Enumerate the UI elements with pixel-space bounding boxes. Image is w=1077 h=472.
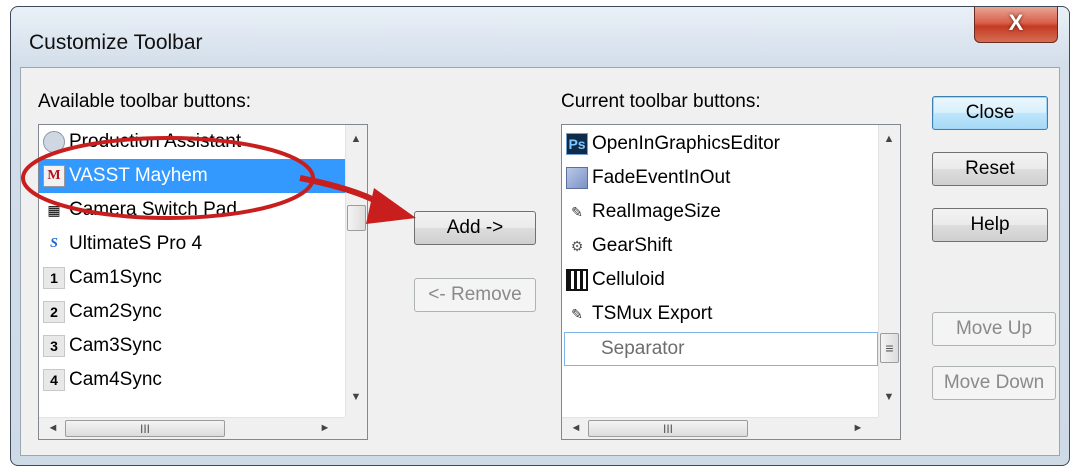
ultimates-icon: S bbox=[50, 236, 58, 251]
number-4-icon: 4 bbox=[43, 369, 65, 391]
current-buttons-label: Current toolbar buttons: bbox=[561, 91, 761, 112]
list-item[interactable]: 3 Cam3Sync bbox=[39, 329, 367, 363]
scroll-corner bbox=[345, 417, 367, 439]
available-buttons-list[interactable]: Production Assistant M VASST Mayhem ▦ Ca… bbox=[38, 124, 368, 440]
fade-icon bbox=[566, 167, 588, 189]
scroll-down-arrow-icon[interactable]: ▼ bbox=[879, 387, 899, 407]
list-item[interactable]: Ps OpenInGraphicsEditor bbox=[562, 127, 900, 161]
vertical-scrollbar[interactable]: ▲ ▼ bbox=[345, 125, 367, 417]
list-item[interactable]: 2 Cam2Sync bbox=[39, 295, 367, 329]
list-item[interactable]: ✎ TSMux Export bbox=[562, 297, 900, 331]
list-item[interactable]: Celluloid bbox=[562, 263, 900, 297]
number-1-icon: 1 bbox=[43, 267, 65, 289]
production-assistant-icon bbox=[43, 131, 65, 153]
script-icon: ✎ bbox=[571, 203, 583, 220]
list-item[interactable]: Production Assistant bbox=[39, 125, 367, 159]
close-icon: X bbox=[1008, 10, 1024, 35]
number-3-icon: 3 bbox=[43, 335, 65, 357]
available-buttons-label: Available toolbar buttons: bbox=[38, 91, 252, 112]
scroll-right-arrow-icon[interactable]: ► bbox=[848, 418, 868, 438]
scroll-thumb-horizontal[interactable]: III bbox=[65, 420, 225, 437]
list-item[interactable]: 4 Cam4Sync bbox=[39, 363, 367, 397]
remove-button[interactable]: <- Remove bbox=[414, 278, 536, 312]
customize-toolbar-dialog: Customize Toolbar X Available toolbar bu… bbox=[10, 6, 1070, 466]
list-item[interactable]: FadeEventInOut bbox=[562, 161, 900, 195]
film-icon bbox=[566, 269, 588, 291]
horizontal-scrollbar[interactable]: ◄ III ► bbox=[39, 417, 345, 439]
camera-switch-icon: ▦ bbox=[47, 201, 61, 218]
photoshop-icon: Ps bbox=[566, 133, 588, 155]
current-buttons-list[interactable]: Ps OpenInGraphicsEditor FadeEventInOut ✎… bbox=[561, 124, 901, 440]
scroll-thumb[interactable] bbox=[347, 205, 366, 231]
scroll-corner bbox=[878, 417, 900, 439]
dialog-body: Available toolbar buttons: Production As… bbox=[20, 67, 1060, 456]
move-down-button[interactable]: Move Down bbox=[932, 366, 1056, 400]
close-window-button[interactable]: X bbox=[974, 7, 1058, 43]
horizontal-scrollbar[interactable]: ◄ III ► bbox=[562, 417, 878, 439]
scroll-thumb[interactable]: ≡ bbox=[880, 333, 899, 363]
mayhem-icon: M bbox=[43, 165, 65, 187]
reset-button[interactable]: Reset bbox=[932, 152, 1048, 186]
move-up-button[interactable]: Move Up bbox=[932, 312, 1056, 346]
scroll-down-arrow-icon[interactable]: ▼ bbox=[346, 387, 366, 407]
scroll-up-arrow-icon[interactable]: ▲ bbox=[879, 129, 899, 149]
title-bar: Customize Toolbar X bbox=[11, 7, 1069, 67]
script-icon: ✎ bbox=[571, 305, 583, 322]
add-button[interactable]: Add -> bbox=[414, 211, 536, 245]
vertical-scrollbar[interactable]: ▲ ≡ ▼ bbox=[878, 125, 900, 417]
list-item[interactable]: ✎ RealImageSize bbox=[562, 195, 900, 229]
list-item[interactable]: 1 Cam1Sync bbox=[39, 261, 367, 295]
grip-icon: ≡ bbox=[885, 340, 894, 356]
list-item[interactable]: ⚙ GearShift bbox=[562, 229, 900, 263]
list-item-separator[interactable]: Separator bbox=[564, 332, 878, 366]
scroll-left-arrow-icon[interactable]: ◄ bbox=[43, 418, 63, 438]
scroll-thumb-horizontal[interactable]: III bbox=[588, 420, 748, 437]
scroll-left-arrow-icon[interactable]: ◄ bbox=[566, 418, 586, 438]
help-button[interactable]: Help bbox=[932, 208, 1048, 242]
dialog-title: Customize Toolbar bbox=[29, 31, 203, 54]
list-item-selected[interactable]: M VASST Mayhem bbox=[39, 159, 347, 193]
grip-icon: III bbox=[662, 422, 673, 436]
list-item[interactable]: S UltimateS Pro 4 bbox=[39, 227, 367, 261]
scroll-up-arrow-icon[interactable]: ▲ bbox=[346, 129, 366, 149]
close-button[interactable]: Close bbox=[932, 96, 1048, 130]
list-item[interactable]: ▦ Camera Switch Pad bbox=[39, 193, 367, 227]
scroll-right-arrow-icon[interactable]: ► bbox=[315, 418, 335, 438]
gearshift-icon: ⚙ bbox=[570, 237, 584, 254]
grip-icon: III bbox=[139, 422, 150, 436]
number-2-icon: 2 bbox=[43, 301, 65, 323]
